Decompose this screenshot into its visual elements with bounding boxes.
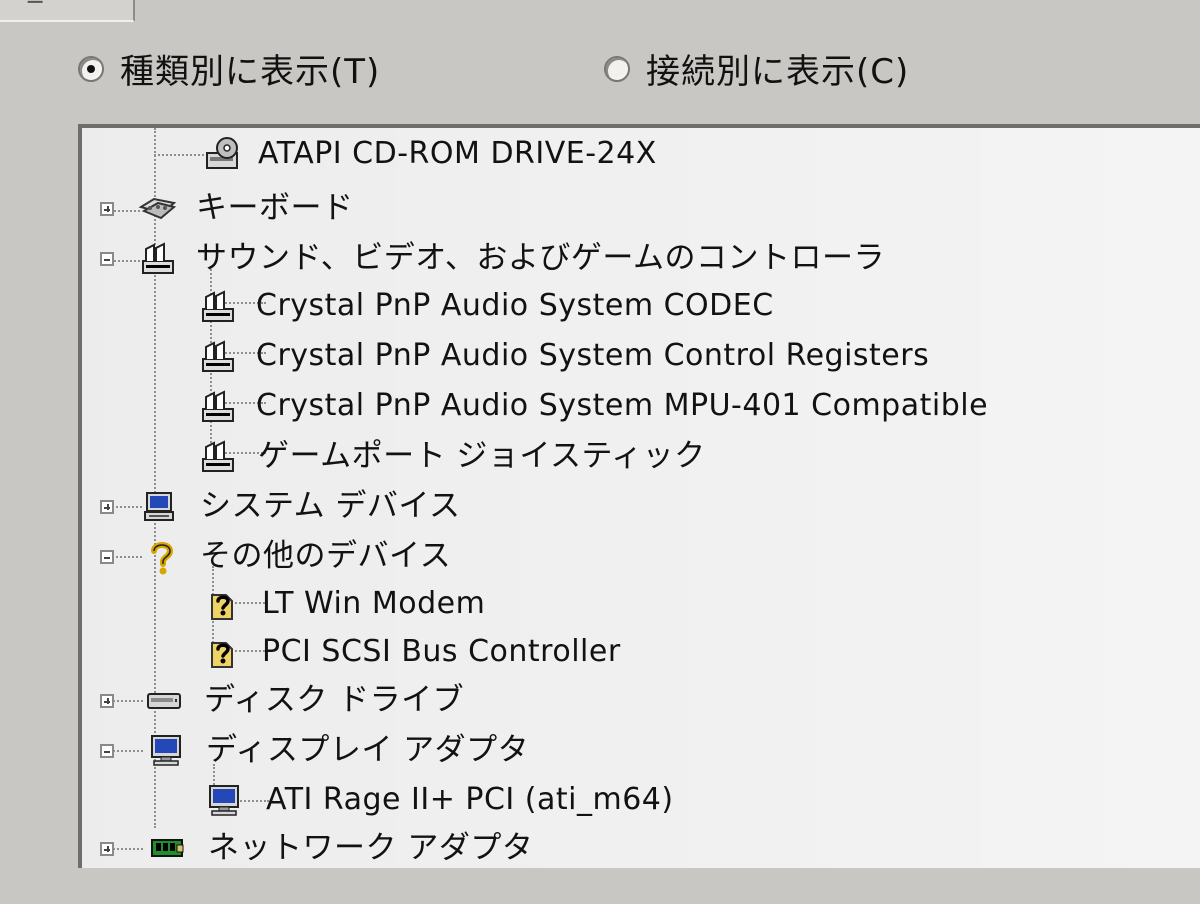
view-by-type-option[interactable]: 種類別に表示(T) bbox=[78, 44, 380, 93]
view-by-connection-label: 接続別に表示(C) bbox=[646, 52, 910, 92]
view-by-connection-option[interactable]: 接続別に表示(C) bbox=[604, 44, 909, 93]
expand-system-devices-button[interactable] bbox=[100, 500, 114, 514]
collapse-sound-video-game-button[interactable] bbox=[100, 252, 114, 266]
device-category-sound-video-game[interactable]: サウンド、ビデオ、およびゲームのコントローラ bbox=[82, 234, 1200, 284]
device-row-label: ゲームポート ジョイスティック bbox=[258, 438, 706, 474]
view-by-type-label: 種類別に表示(T) bbox=[120, 52, 381, 92]
display-adapter-icon bbox=[151, 735, 181, 766]
device-category-label: その他のデバイス bbox=[200, 538, 452, 574]
device-tree-panel: ATAPI CD-ROM DRIVE-24X キーボード サウンド、ビデオ、およ… bbox=[78, 124, 1200, 868]
sound-controller-icon bbox=[142, 242, 174, 274]
collapse-display-adapters-button[interactable] bbox=[100, 744, 114, 758]
system-devices-icon bbox=[144, 492, 174, 521]
device-row-cdrom[interactable]: ATAPI CD-ROM DRIVE-24X bbox=[82, 130, 1200, 180]
device-row-label: ATAPI CD-ROM DRIVE-24X bbox=[258, 136, 657, 171]
device-row-lt-win-modem[interactable]: LT Win Modem bbox=[82, 580, 1200, 630]
top-tab-edge: ─ bbox=[0, 0, 135, 22]
device-category-label: ディスク ドライブ bbox=[204, 682, 465, 718]
device-row-gameport-joystick[interactable]: ゲームポート ジョイスティック bbox=[82, 432, 1200, 482]
device-row-label: LT Win Modem bbox=[262, 586, 486, 621]
view-by-connection-radio[interactable] bbox=[604, 55, 630, 82]
device-row-crystal-mpu401[interactable]: Crystal PnP Audio System MPU-401 Compati… bbox=[82, 382, 1200, 432]
device-category-disk-drives[interactable]: ディスク ドライブ bbox=[82, 676, 1200, 726]
expand-disk-drives-button[interactable] bbox=[100, 694, 114, 708]
device-category-label: ネットワーク アダプタ bbox=[208, 830, 534, 866]
keyboard-icon bbox=[138, 197, 177, 220]
device-category-label: システム デバイス bbox=[200, 488, 461, 524]
cdrom-drive-icon bbox=[206, 137, 238, 169]
device-row-pci-scsi-controller[interactable]: PCI SCSI Bus Controller bbox=[82, 628, 1200, 678]
expand-keyboard-button[interactable] bbox=[100, 202, 114, 216]
sound-controller-icon bbox=[202, 440, 234, 472]
device-category-label: ディスプレイ アダプタ bbox=[206, 732, 530, 768]
device-row-label: Crystal PnP Audio System MPU-401 Compati… bbox=[256, 388, 989, 423]
device-row-crystal-codec[interactable]: Crystal PnP Audio System CODEC bbox=[82, 282, 1200, 332]
device-row-label: ATI Rage II+ PCI (ati_m64) bbox=[266, 782, 674, 817]
view-by-type-radio[interactable] bbox=[78, 55, 104, 82]
sound-controller-icon bbox=[202, 340, 234, 372]
network-adapter-icon bbox=[151, 839, 184, 857]
device-row-label: Crystal PnP Audio System Control Registe… bbox=[256, 338, 930, 373]
device-row-crystal-control-registers[interactable]: Crystal PnP Audio System Control Registe… bbox=[82, 332, 1200, 382]
view-mode-radio-group: 種類別に表示(T) 接続別に表示(C) bbox=[70, 44, 1160, 104]
unknown-device-icon bbox=[151, 542, 174, 575]
device-category-keyboard[interactable]: キーボード bbox=[82, 184, 1200, 234]
device-row-label: Crystal PnP Audio System CODEC bbox=[256, 288, 774, 323]
device-category-label: サウンド、ビデオ、およびゲームのコントローラ bbox=[196, 240, 885, 276]
device-row-label: PCI SCSI Bus Controller bbox=[262, 634, 621, 669]
device-category-label: キーボード bbox=[196, 190, 354, 226]
unknown-device-icon bbox=[211, 642, 233, 668]
device-category-network-adapters[interactable]: ネットワーク アダプタ bbox=[82, 824, 1200, 868]
device-category-system-devices[interactable]: システム デバイス bbox=[82, 482, 1200, 532]
display-adapter-icon bbox=[209, 785, 239, 816]
top-tab-text-fragment: ─ bbox=[28, 0, 43, 16]
expand-network-adapters-button[interactable] bbox=[100, 842, 114, 856]
device-category-display-adapters[interactable]: ディスプレイ アダプタ bbox=[82, 726, 1200, 776]
device-tree-canvas: ATAPI CD-ROM DRIVE-24X キーボード サウンド、ビデオ、およ… bbox=[82, 128, 1200, 868]
disk-drive-icon bbox=[147, 693, 181, 709]
device-row-ati-rage[interactable]: ATI Rage II+ PCI (ati_m64) bbox=[82, 776, 1200, 826]
collapse-other-devices-button[interactable] bbox=[100, 550, 114, 564]
unknown-device-icon bbox=[211, 594, 233, 620]
device-category-other-devices[interactable]: その他のデバイス bbox=[82, 532, 1200, 582]
sound-controller-icon bbox=[202, 290, 234, 322]
sound-controller-icon bbox=[202, 390, 234, 422]
